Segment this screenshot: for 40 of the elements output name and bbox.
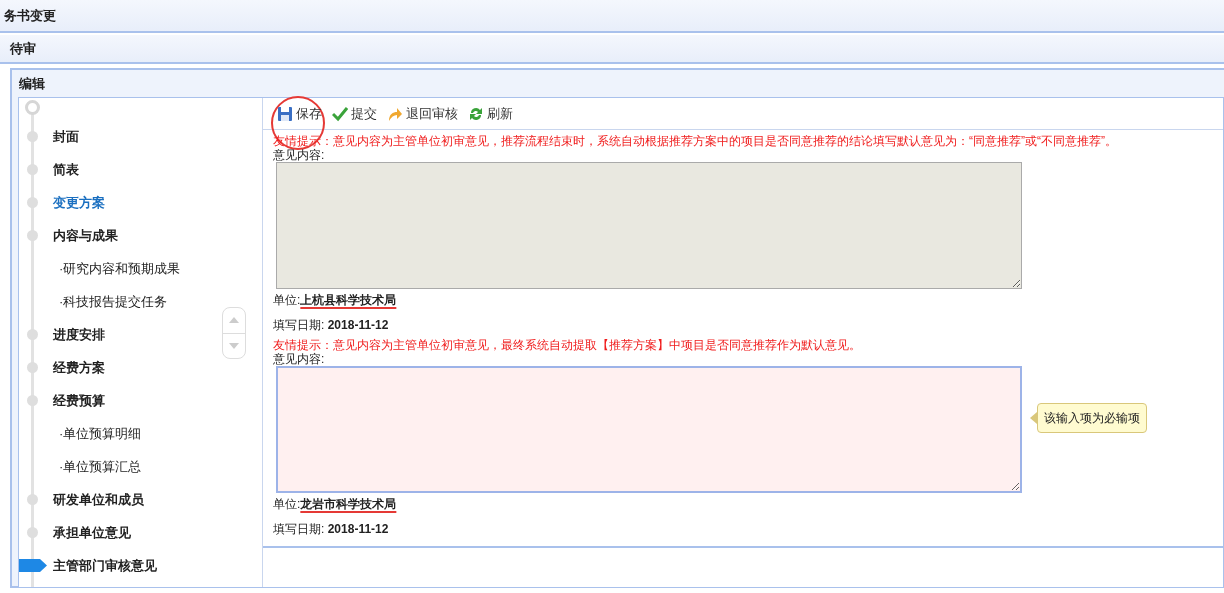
panel-title: 待审 bbox=[10, 39, 36, 58]
date-label: 填写日期: bbox=[273, 522, 325, 536]
tooltip-pointer-icon bbox=[1030, 412, 1037, 424]
sidebar-item[interactable]: 承担单位意见 bbox=[53, 520, 131, 545]
field-label: 意见内容: bbox=[273, 148, 326, 162]
unit-label: 单位: bbox=[273, 497, 301, 511]
unit-name: 龙岩市科学技术局 bbox=[300, 497, 397, 511]
toolbar-button[interactable]: 保存 bbox=[277, 101, 322, 126]
date-value: 2018-11-12 bbox=[327, 318, 389, 332]
unit-name: 上杭县科学技术局 bbox=[300, 293, 397, 307]
sidebar-item[interactable]: 研发单位和成员 bbox=[53, 487, 144, 512]
sidebar-item[interactable]: 变更方案 bbox=[53, 190, 105, 215]
sidebar-item[interactable]: ·单位预算明细 bbox=[59, 421, 142, 446]
checkmark-icon bbox=[332, 105, 348, 122]
toolbar-button[interactable]: 退回审核 bbox=[387, 101, 458, 126]
unit-label: 单位: bbox=[273, 293, 301, 307]
sidebar-item[interactable]: ·单位预算汇总 bbox=[59, 454, 142, 479]
sidebar-item[interactable]: 封面 bbox=[53, 124, 79, 149]
hint-text: 友情提示：意见内容为主管单位初审意见，最终系统自动提取【推荐方案】中项目是否同意推荐作为默认意见。 bbox=[273, 338, 862, 352]
sidebar-item[interactable]: 主管部门审核意见 bbox=[53, 553, 157, 578]
validation-tooltip: 该输入项为必输项 bbox=[1037, 403, 1147, 433]
down-arrow-icon bbox=[229, 342, 239, 349]
sidebar-item[interactable]: ·研究内容和预期成果 bbox=[59, 256, 181, 281]
sidebar-item[interactable]: 经费方案 bbox=[53, 355, 105, 380]
sidebar-item[interactable]: 经费预算 bbox=[53, 388, 105, 413]
field-label: 意见内容: bbox=[273, 352, 326, 366]
sidebar-item[interactable]: 简表 bbox=[53, 157, 79, 182]
sidebar-item[interactable]: ·科技报告提交任务 bbox=[59, 289, 168, 314]
toolbar-button[interactable]: 提交 bbox=[332, 101, 377, 126]
window-title: 务书变更 bbox=[4, 6, 56, 25]
circular-arrows-icon bbox=[468, 105, 484, 122]
date-value: 2018-11-12 bbox=[327, 522, 389, 536]
up-arrow-icon bbox=[229, 317, 239, 324]
opinion-textarea[interactable] bbox=[276, 366, 1022, 493]
sidebar-item[interactable]: 内容与成果 bbox=[53, 223, 118, 248]
date-label: 填写日期: bbox=[273, 318, 325, 332]
timeline-start-circle bbox=[25, 100, 40, 115]
editor-title: 编辑 bbox=[19, 74, 45, 93]
sidebar-item[interactable]: 进度安排 bbox=[53, 322, 105, 347]
toolbar-button[interactable]: 刷新 bbox=[468, 101, 513, 126]
